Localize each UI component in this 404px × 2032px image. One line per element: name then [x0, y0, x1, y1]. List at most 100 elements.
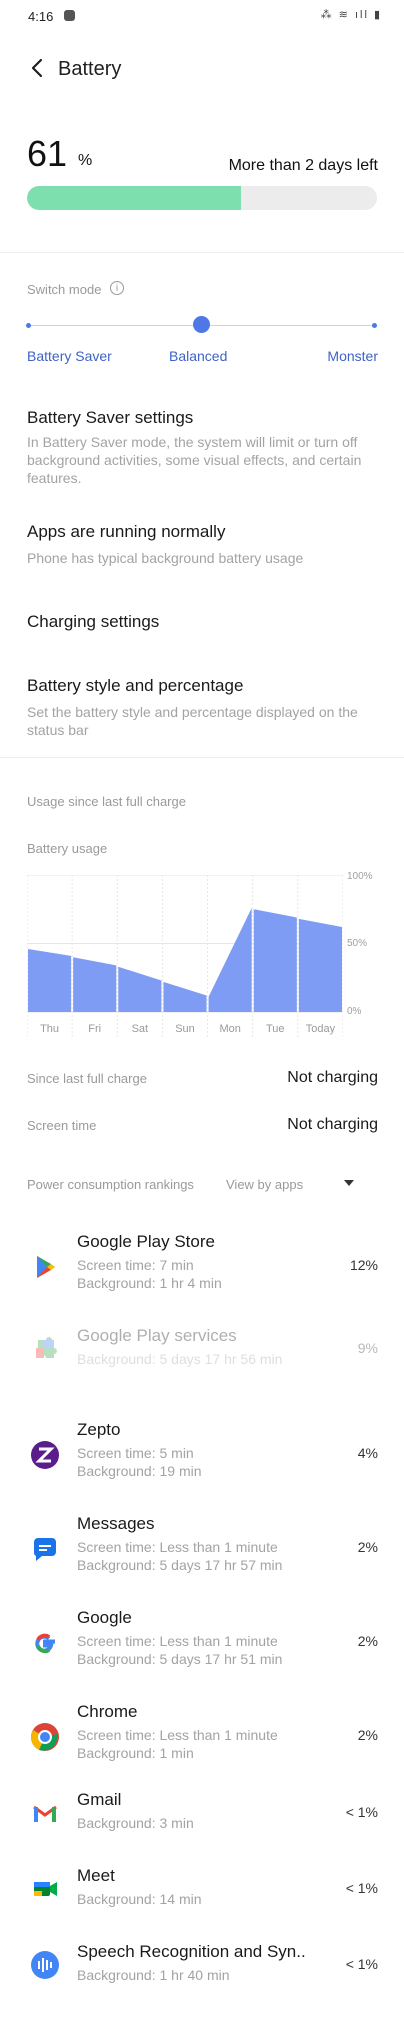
- meet-icon: [30, 1874, 60, 1904]
- screen-time-value: Not charging: [287, 1116, 378, 1133]
- app-name: Zepto: [77, 1420, 121, 1439]
- chart-x-tick-label: Sun: [175, 1023, 195, 1035]
- app-usage-percent: 2%: [357, 1633, 378, 1649]
- notification-icon: [64, 10, 75, 21]
- app-name: Google Play Store: [77, 1232, 215, 1251]
- play-services-icon: [30, 1334, 60, 1364]
- mode-slider-stop[interactable]: [372, 323, 377, 328]
- chart-x-tick-label: Thu: [40, 1023, 59, 1035]
- gmail-icon: [30, 1798, 60, 1828]
- mode-option-monster[interactable]: Monster: [327, 348, 378, 364]
- battery-usage-y-axis: 100% 50% 0%: [347, 871, 373, 1017]
- chart-y-tick-label: 0%: [347, 1006, 362, 1017]
- app-usage-percent: < 1%: [345, 1804, 378, 1820]
- battery-usage-label: Battery usage: [27, 841, 108, 856]
- battery-level-fill: [27, 186, 241, 210]
- app-name: Meet: [77, 1866, 115, 1885]
- chart-area-today: [298, 918, 342, 1012]
- app-usage-percent: 4%: [357, 1445, 378, 1461]
- app-row[interactable]: Chrome Screen time: Less than 1 minute Bac…: [0, 1702, 404, 1792]
- app-row[interactable]: Speech Recognition and Syn.. Background: …: [0, 1942, 404, 2032]
- app-usage-line-2: Background: 19 min: [77, 1463, 202, 1479]
- apps-running-normally-title[interactable]: Apps are running normally: [27, 522, 225, 542]
- battery-style-desc: Set the battery style and percentage dis…: [27, 704, 358, 738]
- battery-saver-settings-desc: In Battery Saver mode, the system will l…: [27, 434, 362, 486]
- app-usage-line-1: Screen time: 5 min: [77, 1445, 194, 1461]
- battery-saver-settings-title[interactable]: Battery Saver settings: [27, 408, 193, 428]
- app-row[interactable]: Messages Screen time: Less than 1 minute B…: [0, 1514, 404, 1604]
- apps-running-normally-desc: Phone has typical background battery usa…: [27, 550, 304, 566]
- app-row[interactable]: Google Play Store Screen time: 7 min Backg…: [0, 1232, 404, 1322]
- since-full-charge-value: Not charging: [287, 1069, 378, 1086]
- app-usage-line-2: Background: 1 hr 4 min: [77, 1275, 222, 1291]
- chart-y-tick-label: 100%: [347, 871, 373, 882]
- chart-x-tick-label: Today: [306, 1023, 336, 1035]
- app-usage-percent: < 1%: [345, 1880, 378, 1896]
- battery-percent-sign: %: [78, 152, 93, 169]
- app-usage-line-1: Screen time: Less than 1 minute: [77, 1633, 278, 1649]
- divider: [0, 757, 404, 758]
- chart-area-thu: [28, 948, 72, 1012]
- dropdown-arrow-icon[interactable]: [344, 1180, 354, 1186]
- chart-area-fri: [73, 957, 117, 1012]
- app-name: Gmail: [77, 1790, 122, 1809]
- battery-percent: 61: [27, 133, 68, 174]
- app-row[interactable]: Google Screen time: Less than 1 minute Bac…: [0, 1608, 404, 1698]
- app-usage-line-1: Background: 3 min: [77, 1815, 194, 1831]
- chart-x-tick-label: Tue: [266, 1023, 285, 1035]
- page-title: Battery: [58, 58, 122, 80]
- switch-mode-label: Switch mode: [27, 282, 102, 297]
- app-usage-line-2: Background: 5 days 17 hr 57 min: [77, 1557, 283, 1573]
- power-rankings-label: Power consumption rankings: [27, 1177, 194, 1192]
- zepto-icon: [30, 1440, 60, 1470]
- chart-area-sun: [163, 981, 207, 1012]
- app-usage-line-1: Background: 1 hr 40 min: [77, 1967, 230, 1983]
- chart-x-tick-label: Fri: [88, 1023, 101, 1035]
- app-usage-line-1: Background: 5 days 17 hr 56 min: [77, 1351, 283, 1367]
- app-name: Chrome: [77, 1702, 138, 1721]
- mode-option-balanced[interactable]: Balanced: [169, 348, 227, 364]
- since-full-charge-label: Since last full charge: [27, 1071, 147, 1086]
- app-name: Google Play services: [77, 1326, 237, 1345]
- mode-slider-stop[interactable]: [26, 323, 31, 328]
- battery-style-title[interactable]: Battery style and percentage: [27, 676, 243, 696]
- chart-area-tue: [253, 909, 297, 1012]
- chart-y-tick-label: 50%: [347, 938, 367, 949]
- status-bar: 4:16 ⁂ ≋ ıll ▮: [0, 0, 404, 36]
- messages-icon: [30, 1534, 60, 1564]
- mode-option-battery-saver[interactable]: Battery Saver: [27, 348, 112, 364]
- status-time: 4:16: [28, 9, 54, 24]
- google-icon: [30, 1628, 60, 1658]
- app-usage-line-1: Screen time: 7 min: [77, 1257, 194, 1273]
- battery-usage-chart: Thu Fri Sat Sun Mon Tue Today: [27, 875, 343, 1038]
- app-usage-percent: 2%: [357, 1539, 378, 1555]
- info-icon[interactable]: i: [110, 281, 124, 295]
- app-usage-percent: 12%: [349, 1257, 378, 1273]
- chart-x-tick-label: Mon: [219, 1023, 240, 1035]
- app-usage-line-1: Screen time: Less than 1 minute: [77, 1539, 278, 1555]
- mode-slider-knob[interactable]: [193, 316, 210, 333]
- app-usage-percent: 9%: [357, 1340, 378, 1356]
- screen-time-label: Screen time: [27, 1118, 97, 1133]
- app-usage-line-2: Background: 1 min: [77, 1745, 194, 1761]
- chart-x-tick-label: Sat: [132, 1023, 149, 1035]
- speech-recognition-icon: [30, 1950, 60, 1980]
- app-row[interactable]: Zepto Screen time: 5 min Background: 19 mi…: [0, 1420, 404, 1510]
- battery-level-bar: [27, 186, 377, 210]
- app-usage-percent: < 1%: [345, 1956, 378, 1972]
- chart-area-mon: [208, 907, 252, 1012]
- view-by-apps-dropdown[interactable]: View by apps: [226, 1177, 303, 1192]
- charging-settings-title[interactable]: Charging settings: [27, 612, 159, 632]
- chart-area-sat: [118, 966, 162, 1012]
- back-arrow-icon[interactable]: [26, 56, 50, 80]
- app-usage-percent: 2%: [357, 1727, 378, 1743]
- battery-time-left: More than 2 days left: [228, 157, 378, 174]
- app-name: Messages: [77, 1514, 155, 1533]
- app-usage-line-1: Screen time: Less than 1 minute: [77, 1727, 278, 1743]
- usage-since-label: Usage since last full charge: [27, 794, 186, 809]
- app-row[interactable]: Google Play services Background: 5 days 1…: [0, 1326, 404, 1416]
- play-store-icon: [30, 1252, 60, 1282]
- chrome-icon: [30, 1722, 60, 1752]
- divider: [0, 252, 404, 253]
- app-usage-line-2: Background: 5 days 17 hr 51 min: [77, 1651, 283, 1667]
